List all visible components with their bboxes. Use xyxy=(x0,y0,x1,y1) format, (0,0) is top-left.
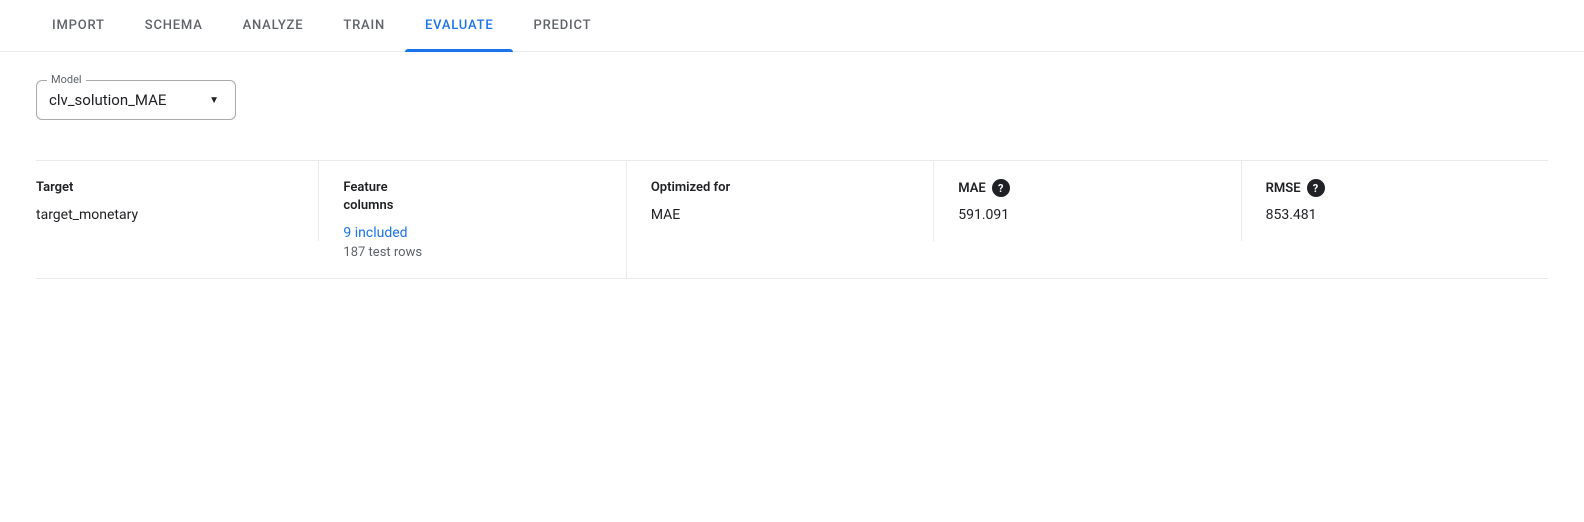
nav-import[interactable]: IMPORT xyxy=(32,0,125,52)
target-cell: Target target_monetary xyxy=(36,161,319,241)
target-value: target_monetary xyxy=(36,207,294,223)
mae-cell: MAE ? 591.091 xyxy=(934,161,1241,241)
chevron-down-icon: ▼ xyxy=(209,95,219,106)
stats-row: Target target_monetary Featurecolumns 9 … xyxy=(36,160,1548,279)
nav-train[interactable]: TRAIN xyxy=(323,0,405,52)
model-select[interactable]: Model clv_solution_MAE ▼ xyxy=(36,80,236,120)
optimized-for-value: MAE xyxy=(651,207,909,223)
mae-value: 591.091 xyxy=(958,207,1216,223)
optimized-for-header: Optimized for xyxy=(651,179,909,197)
rmse-header: RMSE ? xyxy=(1266,179,1524,197)
rmse-value: 853.481 xyxy=(1266,207,1524,223)
optimized-for-cell: Optimized for MAE xyxy=(627,161,934,241)
nav-evaluate[interactable]: EVALUATE xyxy=(405,0,513,52)
stats-section: Target target_monetary Featurecolumns 9 … xyxy=(36,160,1548,279)
mae-help-icon[interactable]: ? xyxy=(992,179,1010,197)
nav-analyze[interactable]: ANALYZE xyxy=(223,0,324,52)
top-nav: IMPORT SCHEMA ANALYZE TRAIN EVALUATE PRE… xyxy=(0,0,1584,52)
feature-columns-header: Featurecolumns xyxy=(343,179,601,215)
rmse-help-icon[interactable]: ? xyxy=(1307,179,1325,197)
test-rows-label: 187 test rows xyxy=(343,245,601,260)
rmse-cell: RMSE ? 853.481 xyxy=(1242,161,1548,241)
model-select-value: clv_solution_MAE xyxy=(49,91,166,109)
feature-columns-link[interactable]: 9 included xyxy=(343,225,601,241)
nav-predict[interactable]: PREDICT xyxy=(513,0,611,52)
model-select-label: Model xyxy=(47,73,86,86)
nav-schema[interactable]: SCHEMA xyxy=(125,0,223,52)
feature-columns-cell: Featurecolumns 9 included 187 test rows xyxy=(319,161,626,278)
content-area: Model clv_solution_MAE ▼ Target target_m… xyxy=(0,52,1584,307)
mae-header: MAE ? xyxy=(958,179,1216,197)
target-header: Target xyxy=(36,179,294,197)
